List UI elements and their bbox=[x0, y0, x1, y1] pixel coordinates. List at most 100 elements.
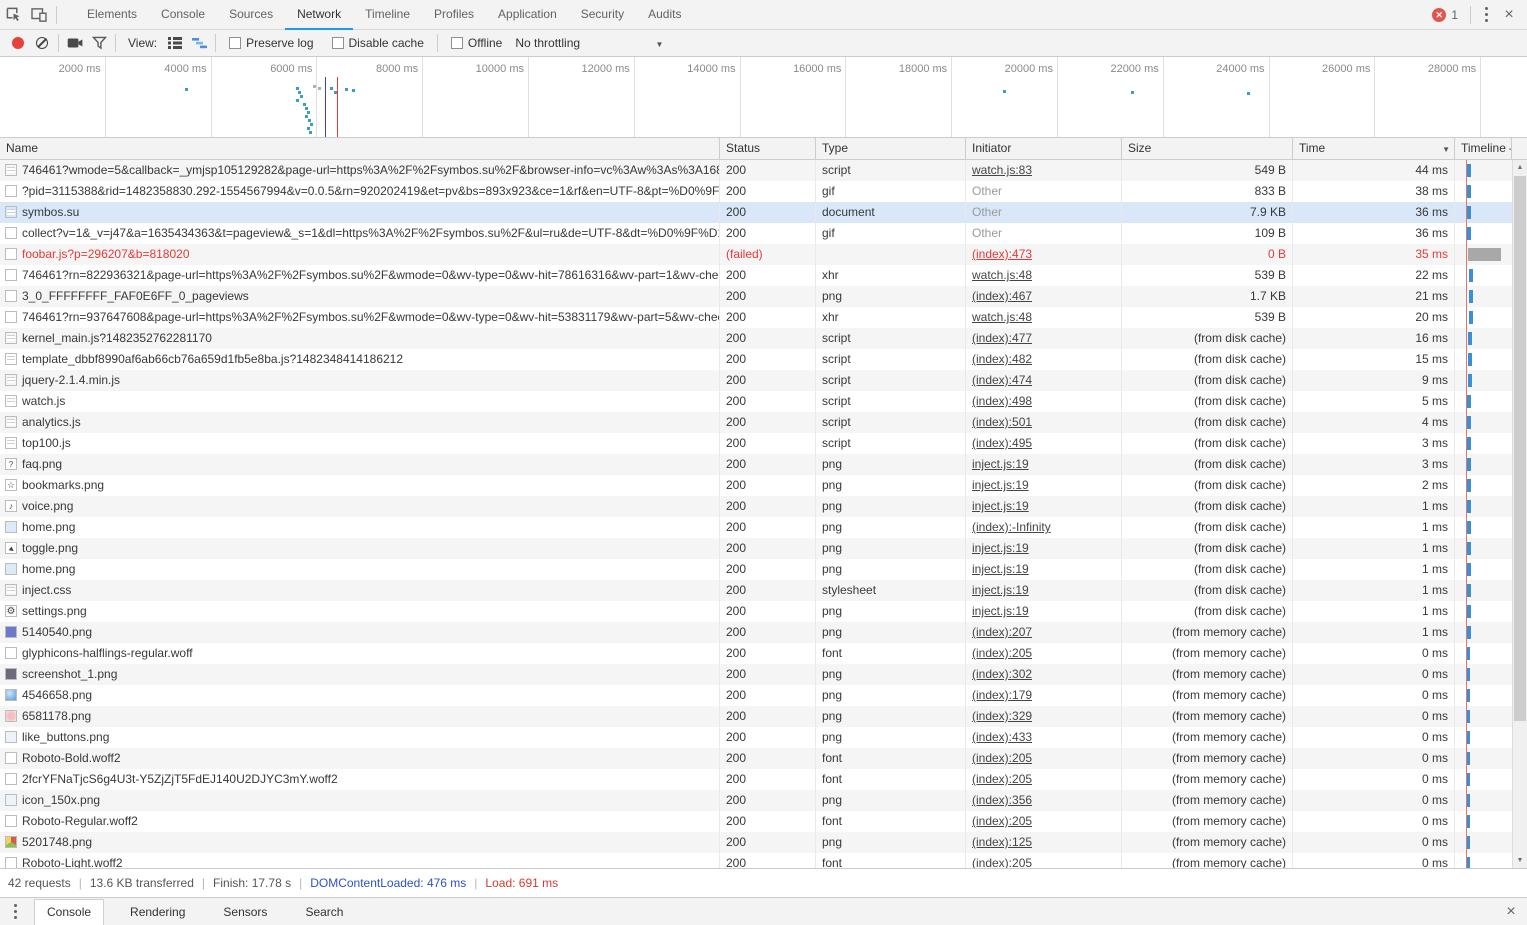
table-row[interactable]: watch.js200script(index):498(from disk c… bbox=[0, 391, 1527, 412]
table-row[interactable]: home.png200png(index):-Infinity(from dis… bbox=[0, 517, 1527, 538]
initiator-link[interactable]: (index):125 bbox=[972, 835, 1032, 849]
table-row[interactable]: foobar.js?p=296207&b=818020(failed)(inde… bbox=[0, 244, 1527, 265]
table-row[interactable]: faq.png200pnginject.js:19(from disk cach… bbox=[0, 454, 1527, 475]
scroll-up-icon[interactable]: ▲ bbox=[1513, 160, 1527, 175]
throttling-select[interactable]: No throttling bbox=[515, 36, 663, 50]
initiator-link[interactable]: inject.js:19 bbox=[972, 457, 1029, 471]
table-row[interactable]: like_buttons.png200png(index):433(from m… bbox=[0, 727, 1527, 748]
tab-profiles[interactable]: Profiles bbox=[422, 0, 486, 30]
column-header-status[interactable]: Status bbox=[720, 138, 816, 159]
menu-kebab-icon[interactable] bbox=[1475, 4, 1497, 26]
table-row[interactable]: home.png200pnginject.js:19(from disk cac… bbox=[0, 559, 1527, 580]
table-row[interactable]: collect?v=1&_v=j47&a=1635434363&t=pagevi… bbox=[0, 223, 1527, 244]
table-row[interactable]: Roboto-Light.woff2200font(index):205(fro… bbox=[0, 853, 1527, 868]
column-header-initiator[interactable]: Initiator bbox=[966, 138, 1122, 159]
column-header-size[interactable]: Size bbox=[1122, 138, 1293, 159]
table-row[interactable]: jquery-2.1.4.min.js200script(index):474(… bbox=[0, 370, 1527, 391]
scroll-down-icon[interactable]: ▼ bbox=[1513, 853, 1527, 868]
column-header-time[interactable]: Time bbox=[1293, 138, 1455, 159]
initiator-link[interactable]: (index):205 bbox=[972, 646, 1032, 660]
initiator-link[interactable]: (index):467 bbox=[972, 289, 1032, 303]
preserve-log-checkbox[interactable]: Preserve log bbox=[229, 36, 313, 50]
table-row[interactable]: voice.png200pnginject.js:19(from disk ca… bbox=[0, 496, 1527, 517]
initiator-link[interactable]: (index):205 bbox=[972, 814, 1032, 828]
tab-sources[interactable]: Sources bbox=[217, 0, 285, 30]
initiator-link[interactable]: inject.js:19 bbox=[972, 499, 1029, 513]
offline-checkbox[interactable]: Offline bbox=[451, 36, 502, 50]
device-toolbar-icon[interactable] bbox=[26, 3, 52, 27]
column-header-timeline[interactable]: Timeline – S bbox=[1455, 138, 1512, 159]
table-row[interactable]: screenshot_1.png200png(index):302(from m… bbox=[0, 664, 1527, 685]
table-row[interactable]: 3_0_FFFFFFFF_FAF0E6FF_0_pageviews200png(… bbox=[0, 286, 1527, 307]
table-row[interactable]: 4546658.png200png(index):179(from memory… bbox=[0, 685, 1527, 706]
initiator-link[interactable]: (index):205 bbox=[972, 856, 1032, 868]
error-badge[interactable]: ✕ 1 bbox=[1432, 8, 1458, 22]
tab-console[interactable]: Console bbox=[149, 0, 217, 30]
table-row[interactable]: template_dbbf8990af6ab66cb76a659d1fb5e8b… bbox=[0, 349, 1527, 370]
initiator-link[interactable]: (index):473 bbox=[972, 247, 1032, 261]
initiator-link[interactable]: (index):356 bbox=[972, 793, 1032, 807]
tab-timeline[interactable]: Timeline bbox=[353, 0, 422, 30]
table-row[interactable]: 746461?rn=937647608&page-url=https%3A%2F… bbox=[0, 307, 1527, 328]
view-waterfall-icon[interactable] bbox=[187, 32, 211, 54]
vertical-scrollbar[interactable]: ▲ ▼ bbox=[1512, 160, 1527, 868]
table-row[interactable]: symbos.su200documentOther7.9 KB36 ms bbox=[0, 202, 1527, 223]
initiator-link[interactable]: (index):433 bbox=[972, 730, 1032, 744]
drawer-tab-search[interactable]: Search bbox=[293, 900, 355, 924]
record-button[interactable] bbox=[6, 32, 30, 54]
drawer-tab-console[interactable]: Console bbox=[34, 899, 104, 925]
drawer-tab-sensors[interactable]: Sensors bbox=[211, 900, 279, 924]
initiator-link[interactable]: inject.js:19 bbox=[972, 604, 1029, 618]
table-row[interactable]: 6581178.png200png(index):329(from memory… bbox=[0, 706, 1527, 727]
table-row[interactable]: 5201748.png200png(index):125(from memory… bbox=[0, 832, 1527, 853]
initiator-link[interactable]: (index):205 bbox=[972, 772, 1032, 786]
initiator-link[interactable]: inject.js:19 bbox=[972, 583, 1029, 597]
drawer-menu-kebab-icon[interactable] bbox=[4, 901, 26, 923]
initiator-link[interactable]: inject.js:19 bbox=[972, 478, 1029, 492]
table-row[interactable]: 746461?wmode=5&callback=_ymjsp105129282&… bbox=[0, 160, 1527, 181]
close-devtools-icon[interactable]: × bbox=[1497, 3, 1521, 27]
table-row[interactable]: toggle.png200pnginject.js:19(from disk c… bbox=[0, 538, 1527, 559]
initiator-link[interactable]: (index):482 bbox=[972, 352, 1032, 366]
initiator-link[interactable]: inject.js:19 bbox=[972, 541, 1029, 555]
tab-application[interactable]: Application bbox=[486, 0, 569, 30]
clear-button[interactable] bbox=[30, 32, 54, 54]
drawer-tab-rendering[interactable]: Rendering bbox=[118, 900, 197, 924]
disable-cache-checkbox[interactable]: Disable cache bbox=[332, 36, 424, 50]
table-row[interactable]: kernel_main.js?1482352762281170200script… bbox=[0, 328, 1527, 349]
timeline-overview[interactable]: 2000 ms4000 ms6000 ms8000 ms10000 ms1200… bbox=[0, 57, 1527, 138]
table-row[interactable]: bookmarks.png200pnginject.js:19(from dis… bbox=[0, 475, 1527, 496]
table-row[interactable]: settings.png200pnginject.js:19(from disk… bbox=[0, 601, 1527, 622]
column-header-name[interactable]: Name bbox=[0, 138, 720, 159]
table-row[interactable]: 746461?rn=822936321&page-url=https%3A%2F… bbox=[0, 265, 1527, 286]
table-row[interactable]: icon_150x.png200png(index):356(from memo… bbox=[0, 790, 1527, 811]
filter-icon[interactable] bbox=[87, 32, 111, 54]
initiator-link[interactable]: watch.js:48 bbox=[972, 268, 1032, 282]
inspect-element-icon[interactable] bbox=[0, 3, 26, 27]
initiator-link[interactable]: (index):495 bbox=[972, 436, 1032, 450]
initiator-link[interactable]: (index):329 bbox=[972, 709, 1032, 723]
tab-network[interactable]: Network bbox=[285, 0, 353, 30]
initiator-link[interactable]: (index):302 bbox=[972, 667, 1032, 681]
table-row[interactable]: top100.js200script(index):495(from disk … bbox=[0, 433, 1527, 454]
table-row[interactable]: glyphicons-halflings-regular.woff200font… bbox=[0, 643, 1527, 664]
table-row[interactable]: 2fcrYFNaTjcS6g4U3t-Y5ZjZjT5FdEJ140U2DJYC… bbox=[0, 769, 1527, 790]
scrollbar-thumb[interactable] bbox=[1514, 176, 1526, 721]
view-list-icon[interactable] bbox=[163, 32, 187, 54]
close-drawer-icon[interactable]: × bbox=[1499, 900, 1523, 924]
table-row[interactable]: ?pid=3115388&rid=1482358830.292-15545679… bbox=[0, 181, 1527, 202]
initiator-link[interactable]: (index):501 bbox=[972, 415, 1032, 429]
capture-screenshots-icon[interactable] bbox=[63, 32, 87, 54]
initiator-link[interactable]: (index):-Infinity bbox=[972, 520, 1051, 534]
table-row[interactable]: inject.css200stylesheetinject.js:19(from… bbox=[0, 580, 1527, 601]
tab-elements[interactable]: Elements bbox=[75, 0, 149, 30]
table-row[interactable]: analytics.js200script(index):501(from di… bbox=[0, 412, 1527, 433]
initiator-link[interactable]: (index):498 bbox=[972, 394, 1032, 408]
initiator-link[interactable]: (index):205 bbox=[972, 751, 1032, 765]
tab-security[interactable]: Security bbox=[569, 0, 636, 30]
column-header-type[interactable]: Type bbox=[816, 138, 966, 159]
initiator-link[interactable]: watch.js:83 bbox=[972, 163, 1032, 177]
initiator-link[interactable]: watch.js:48 bbox=[972, 310, 1032, 324]
table-row[interactable]: 5140540.png200png(index):207(from memory… bbox=[0, 622, 1527, 643]
initiator-link[interactable]: (index):179 bbox=[972, 688, 1032, 702]
